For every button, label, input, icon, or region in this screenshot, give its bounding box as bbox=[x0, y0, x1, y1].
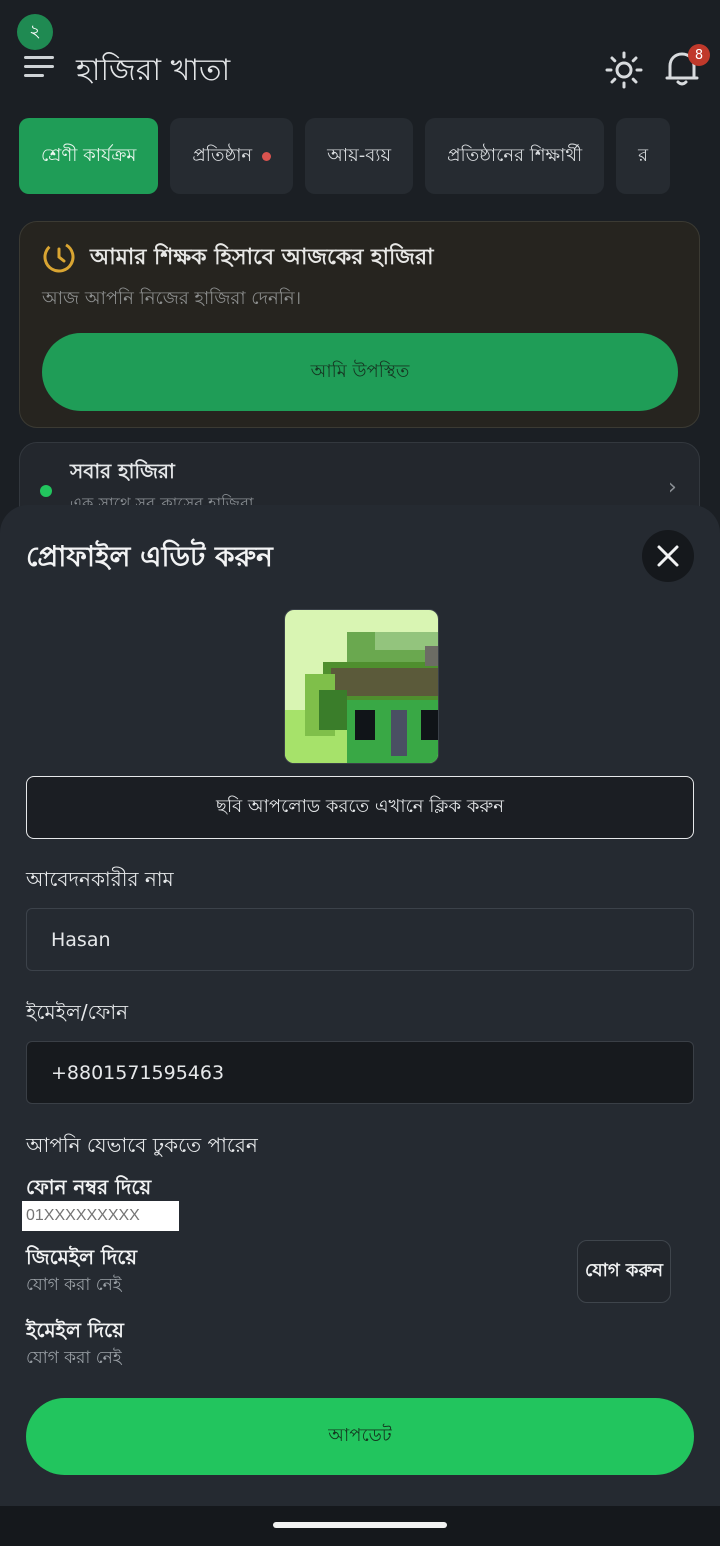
tab-label: প্রতিষ্ঠানের শিক্ষার্থী bbox=[447, 144, 583, 166]
chevron-right-icon: › bbox=[668, 475, 677, 500]
tab-institution[interactable]: প্রতিষ্ঠান bbox=[170, 118, 294, 194]
add-gmail-button[interactable]: যোগ করুন bbox=[577, 1240, 671, 1303]
attendance-card-subtitle: আজ আপনি নিজের হাজিরা দেননি। bbox=[42, 288, 302, 309]
gmail-status: যোগ করা নেই bbox=[26, 1275, 122, 1295]
close-icon bbox=[657, 545, 679, 567]
avatar-image bbox=[285, 610, 438, 763]
name-label: আবেদনকারীর নাম bbox=[26, 867, 174, 891]
tab-institution-students[interactable]: প্রতিষ্ঠানের শিক্ষার্থী bbox=[425, 118, 605, 194]
status-dot bbox=[40, 485, 52, 497]
tab-label: আয়-ব্যয় bbox=[327, 144, 392, 166]
mark-present-button[interactable]: আমি উপস্থিত bbox=[42, 333, 678, 411]
menu-icon[interactable] bbox=[24, 56, 54, 80]
avatar[interactable] bbox=[284, 609, 439, 764]
tab-more[interactable]: র bbox=[616, 118, 671, 194]
teacher-attendance-card: আমার শিক্ষক হিসাবে আজকের হাজিরা আজ আপনি … bbox=[19, 221, 700, 428]
tab-class-activities[interactable]: শ্রেণী কার্যক্রম bbox=[19, 118, 159, 194]
attendance-card-title: আমার শিক্ষক হিসাবে আজকের হাজিরা bbox=[90, 245, 434, 270]
update-button[interactable]: আপডেট bbox=[26, 1398, 694, 1475]
name-value: Hasan bbox=[51, 928, 111, 951]
contact-field[interactable]: +8801571595463 bbox=[26, 1041, 694, 1104]
contact-label: ইমেইল/ফোন bbox=[26, 1000, 129, 1024]
tab-income-expense[interactable]: আয়-ব্যয় bbox=[305, 118, 414, 194]
notification-badge: 8 bbox=[688, 44, 710, 66]
clock-icon bbox=[43, 241, 75, 273]
app-title: হাজিরা খাতা bbox=[76, 53, 231, 88]
edit-profile-sheet: প্রোফাইল এডিট করুন ছবি আপলোড করতে এখানে … bbox=[0, 505, 720, 1506]
login-methods-label: আপনি যেভাবে ঢুকতে পারেন bbox=[26, 1133, 258, 1157]
email-status: যোগ করা নেই bbox=[26, 1348, 122, 1368]
contact-value: +8801571595463 bbox=[51, 1061, 225, 1084]
phone-input[interactable] bbox=[22, 1201, 179, 1231]
upload-photo-button[interactable]: ছবি আপলোড করতে এখানে ক্লিক করুন bbox=[26, 776, 694, 839]
name-field[interactable]: Hasan bbox=[26, 908, 694, 971]
category-tabs: শ্রেণী কার্যক্রম প্রতিষ্ঠান আয়-ব্যয় প্… bbox=[19, 118, 671, 194]
tab-label: প্রতিষ্ঠান bbox=[192, 144, 253, 166]
unread-dot bbox=[262, 151, 272, 161]
tab-label: শ্রেণী কার্যক্রম bbox=[41, 144, 137, 166]
close-button[interactable] bbox=[642, 530, 694, 582]
tab-label: র bbox=[638, 144, 649, 166]
status-badge: ২ bbox=[17, 14, 53, 50]
all-attendance-title: সবার হাজিরা bbox=[70, 459, 175, 483]
sheet-title: প্রোফাইল এডিট করুন bbox=[26, 540, 273, 573]
home-indicator[interactable] bbox=[273, 1522, 447, 1528]
sun-icon[interactable] bbox=[604, 50, 644, 90]
